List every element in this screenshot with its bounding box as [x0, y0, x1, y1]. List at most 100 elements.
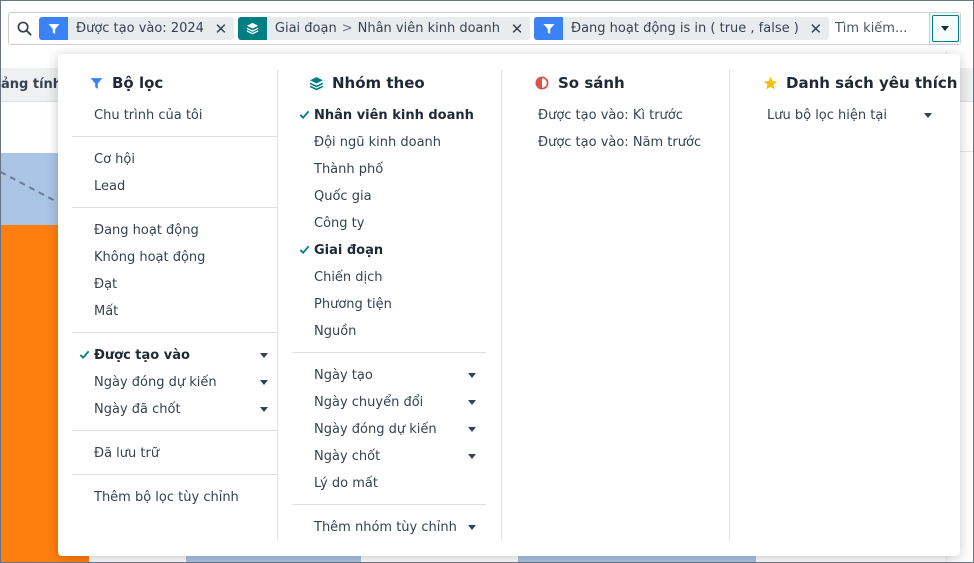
add-custom-group-label: Thêm nhóm tùy chỉnh — [314, 519, 457, 535]
column-divider — [277, 69, 278, 541]
filter-lead[interactable]: Lead — [72, 174, 278, 198]
groupby-closed-date[interactable]: Ngày chốt — [292, 444, 486, 468]
caret-down-icon — [468, 373, 476, 378]
divider — [72, 136, 278, 137]
caret-down-icon — [468, 454, 476, 459]
groupby-expected-closing[interactable]: Ngày đóng dự kiến — [292, 417, 486, 441]
divider — [72, 207, 278, 208]
groupby-city[interactable]: Thành phố — [292, 157, 486, 181]
compare-previous-period[interactable]: Được tạo vào: Kì trước — [530, 103, 726, 127]
toggle-button-frame[interactable] — [931, 15, 959, 42]
groupby-title: Nhóm theo — [308, 74, 425, 92]
star-icon — [762, 75, 778, 91]
groupby-company[interactable]: Công ty — [292, 211, 486, 235]
groupby-conversion-date[interactable]: Ngày chuyển đổi — [292, 390, 486, 414]
search-bar: Được tạo vào: 2024 ✕ Giai đoạn > Nhân vi… — [8, 12, 973, 45]
groupby-medium[interactable]: Phương tiện — [292, 292, 486, 316]
divider — [72, 430, 278, 431]
facet-groupby: Giai đoạn > Nhân viên kinh doanh ✕ — [237, 17, 531, 40]
filter-created-on[interactable]: Được tạo vào — [72, 343, 278, 367]
add-custom-filter[interactable]: Thêm bộ lọc tùy chỉnh — [72, 485, 278, 509]
caret-down-icon — [468, 427, 476, 432]
groupby-title-text: Nhóm theo — [332, 74, 425, 92]
facet-part-salesperson: Nhân viên kinh doanh — [357, 21, 501, 36]
filter-lost[interactable]: Mất — [72, 299, 278, 323]
filters-column: Bộ lọc Chu trình của tôi Cơ hội Lead Đan… — [72, 54, 278, 556]
save-current-filter[interactable]: Lưu bộ lọc hiện tại — [758, 103, 948, 127]
compare-title-text: So sánh — [558, 74, 625, 92]
close-icon[interactable]: ✕ — [807, 17, 829, 40]
filter-created-on-label: Được tạo vào — [94, 347, 190, 363]
column-divider — [729, 69, 730, 541]
filter-icon — [534, 17, 564, 40]
groupby-closed-date-label: Ngày chốt — [314, 448, 381, 464]
groupby-campaign[interactable]: Chiến dịch — [292, 265, 486, 289]
filter-icon — [88, 75, 104, 91]
close-icon[interactable]: ✕ — [508, 17, 530, 40]
add-custom-group[interactable]: Thêm nhóm tùy chỉnh — [292, 515, 486, 539]
groupby-conversion-date-label: Ngày chuyển đổi — [314, 394, 424, 410]
search-panel-dropdown: Bộ lọc Chu trình của tôi Cơ hội Lead Đan… — [58, 54, 960, 556]
filter-closed-date[interactable]: Ngày đã chốt — [72, 397, 278, 421]
favorites-column: Danh sách yêu thích Lưu bộ lọc hiện tại — [758, 54, 957, 556]
caret-down-icon — [924, 113, 932, 118]
caret-down-icon — [260, 380, 268, 385]
groupby-stage[interactable]: Giai đoạn — [292, 238, 486, 262]
compare-column: So sánh Được tạo vào: Kì trước Được tạo … — [530, 54, 726, 556]
favorites-title: Danh sách yêu thích — [762, 74, 957, 92]
caret-down-icon — [468, 525, 476, 530]
facet-created-date: Được tạo vào: 2024 ✕ — [39, 17, 234, 40]
groupby-salesperson-label: Nhân viên kinh doanh — [314, 107, 474, 123]
filters-title-text: Bộ lọc — [112, 74, 164, 92]
groupby-sales-team[interactable]: Đội ngũ kinh doanh — [292, 130, 486, 154]
compare-previous-year[interactable]: Được tạo vào: Năm trước — [530, 130, 726, 154]
filter-active[interactable]: Đang hoạt động — [72, 218, 278, 242]
caret-down-icon — [260, 353, 268, 358]
filters-title: Bộ lọc — [88, 74, 163, 92]
facet-label: Đang hoạt động is in ( true , false ) — [571, 21, 799, 36]
save-current-filter-label: Lưu bộ lọc hiện tại — [767, 107, 887, 123]
groupby-country[interactable]: Quốc gia — [292, 184, 486, 208]
app-window: ảng tính Được tạo vào: 2024 ✕ Giai đoạn — [0, 0, 974, 563]
groupby-expected-closing-label: Ngày đóng dự kiến — [314, 421, 437, 437]
facet-part-stage: Giai đoạn — [274, 21, 337, 36]
filter-icon — [39, 17, 68, 40]
groupby-column: Nhóm theo Nhân viên kinh doanh Đội ngũ k… — [292, 54, 486, 556]
filter-opportunity[interactable]: Cơ hội — [72, 147, 278, 171]
close-icon[interactable]: ✕ — [212, 17, 234, 40]
check-icon — [299, 110, 310, 120]
caret-down-icon — [260, 407, 268, 412]
filter-inactive[interactable]: Không hoạt động — [72, 245, 278, 269]
facet-label: Được tạo vào: 2024 — [76, 21, 204, 36]
check-icon — [299, 245, 310, 255]
facet-label: Giai đoạn > Nhân viên kinh doanh — [267, 17, 508, 40]
background-header-text: ảng tính — [1, 77, 63, 92]
compare-title: So sánh — [534, 74, 625, 92]
layers-icon — [237, 17, 267, 40]
divider — [72, 332, 278, 333]
layers-icon — [308, 75, 324, 91]
groupby-salesperson[interactable]: Nhân viên kinh doanh — [292, 103, 486, 127]
groupby-create-date-label: Ngày tạo — [314, 367, 373, 383]
facet-separator: > — [341, 21, 353, 36]
groupby-lost-reason[interactable]: Lý do mất — [292, 471, 486, 495]
groupby-create-date[interactable]: Ngày tạo — [292, 363, 486, 387]
favorites-title-text: Danh sách yêu thích — [786, 74, 958, 92]
divider — [72, 474, 278, 475]
column-divider — [501, 69, 502, 541]
check-icon — [79, 350, 90, 360]
filter-closed-date-label: Ngày đã chốt — [94, 401, 181, 417]
filter-won[interactable]: Đạt — [72, 272, 278, 296]
groupby-source[interactable]: Nguồn — [292, 319, 486, 343]
caret-down-icon — [468, 400, 476, 405]
filter-archived[interactable]: Đã lưu trữ — [72, 441, 278, 465]
half-circle-icon — [534, 75, 550, 91]
filter-expected-closing[interactable]: Ngày đóng dự kiến — [72, 370, 278, 394]
groupby-stage-label: Giai đoạn — [314, 242, 384, 258]
search-icon[interactable] — [9, 13, 39, 44]
filter-expected-closing-label: Ngày đóng dự kiến — [94, 374, 217, 390]
search-options-toggle[interactable] — [929, 13, 960, 44]
divider — [292, 504, 486, 505]
caret-down-icon — [941, 26, 949, 31]
filter-my-pipeline[interactable]: Chu trình của tôi — [72, 103, 278, 127]
